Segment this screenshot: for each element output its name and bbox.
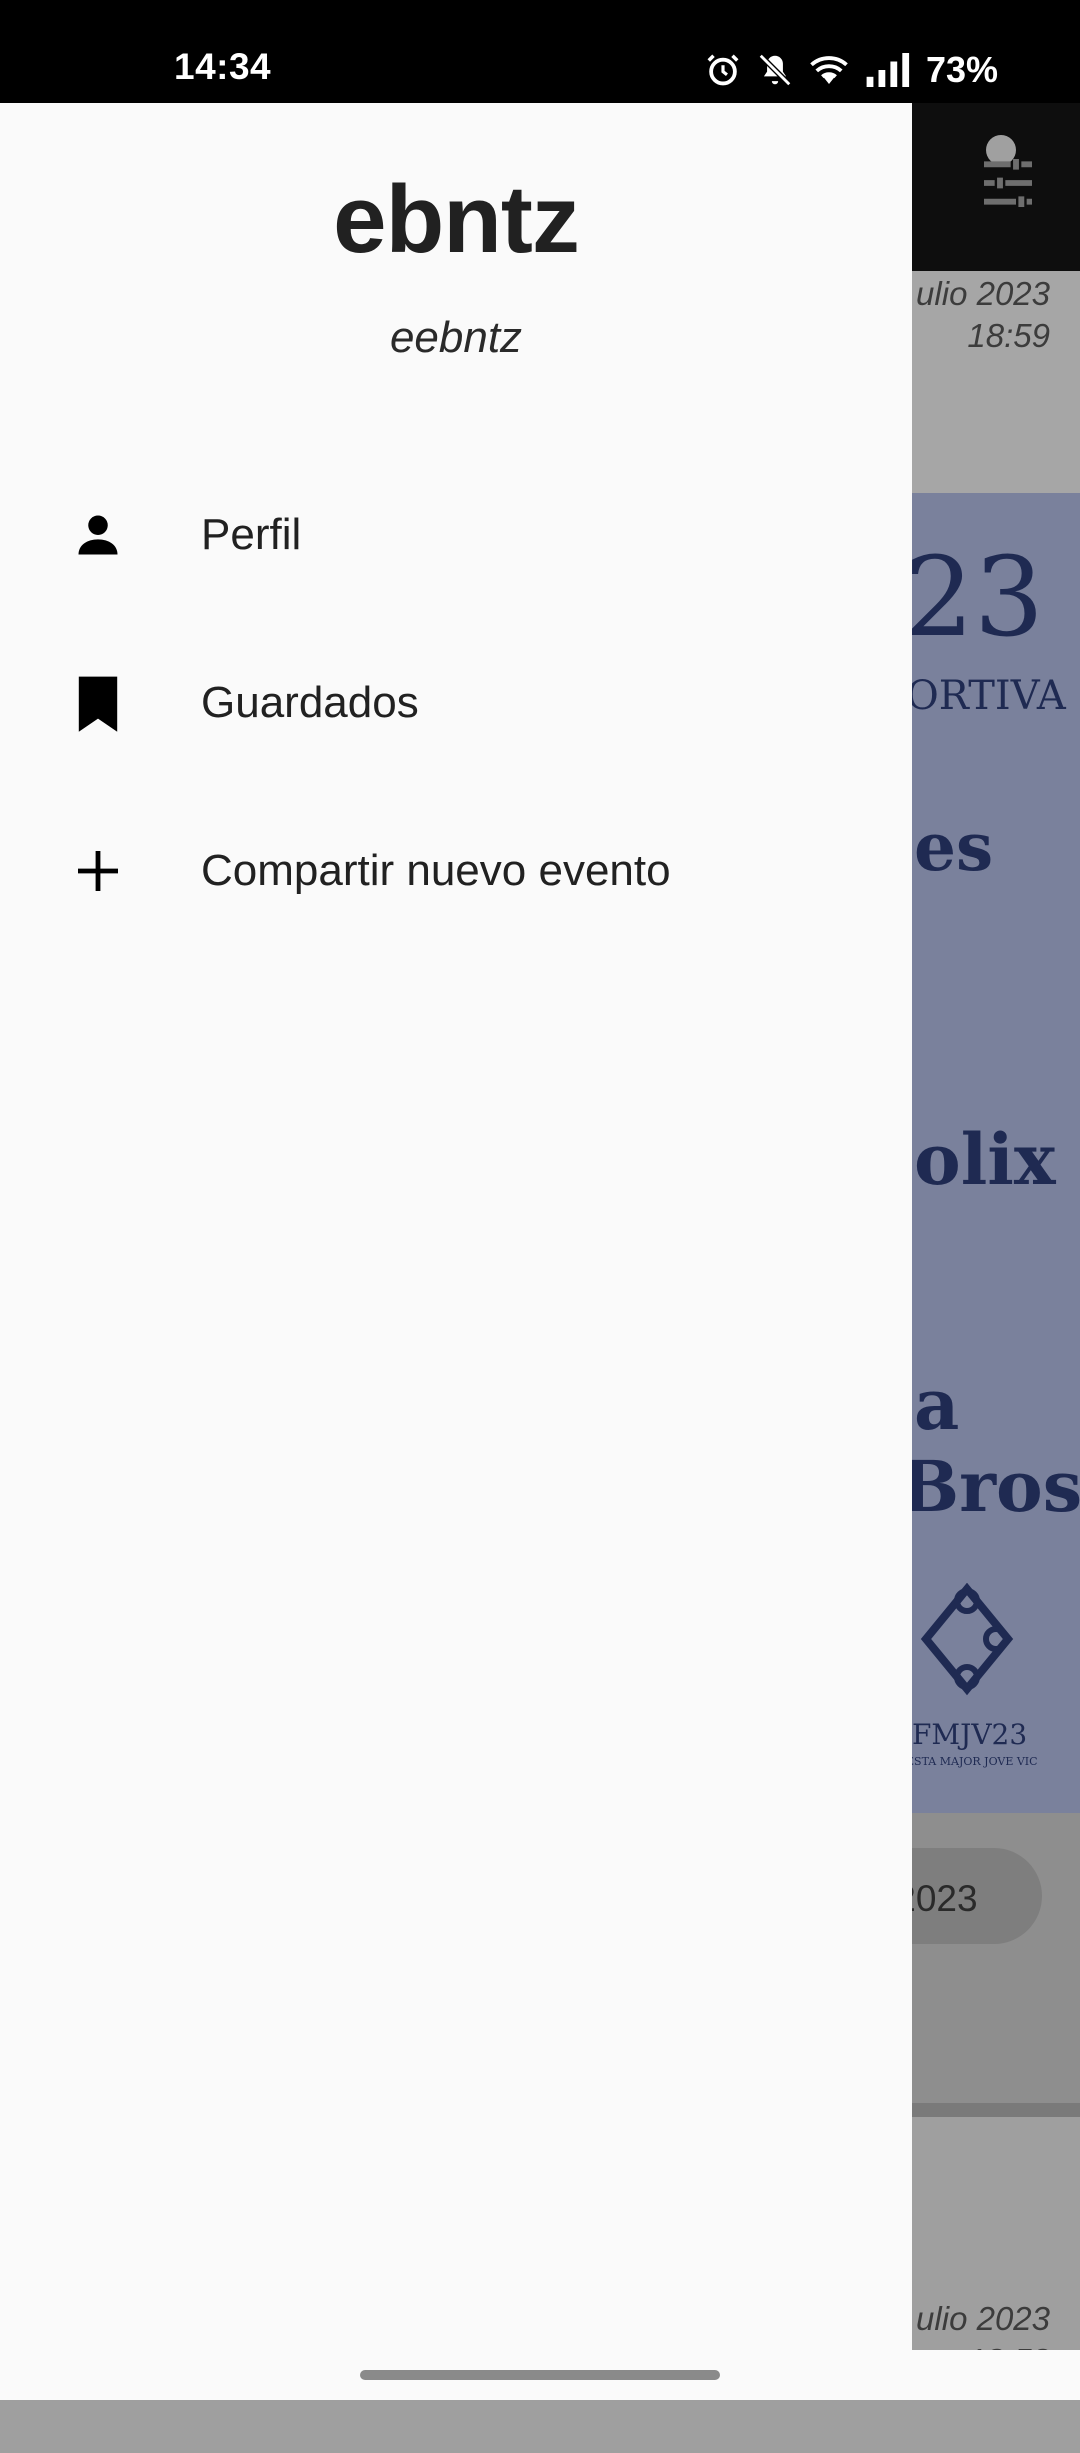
menu-item-guardados[interactable]: Guardados — [0, 633, 912, 773]
poster-text: ESTA MAJOR JOVE VIC — [912, 1755, 1038, 1768]
drawer-handle: eebntz — [389, 313, 523, 362]
poster-text: es — [914, 808, 994, 886]
menu-item-label: Guardados — [201, 678, 419, 727]
alarm-icon — [704, 51, 742, 89]
poster-text: 23 — [912, 533, 1044, 661]
background-time-line: 18:59 — [967, 317, 1050, 354]
bookmark-icon — [72, 676, 124, 732]
background-date-line: ulio 2023 — [916, 275, 1050, 312]
filter-icon — [976, 151, 1040, 220]
poster-text: ORTIVA — [912, 673, 1066, 719]
menu-item-label: Perfil — [201, 510, 302, 559]
person-icon — [72, 509, 124, 561]
drawer-username: ebntz — [333, 166, 580, 273]
plus-icon — [72, 845, 124, 897]
poster-knot-icon — [912, 1582, 1022, 1708]
poster-text: Bros — [912, 1445, 1080, 1528]
battery-level: 73% — [925, 49, 998, 90]
signal-icon — [864, 53, 910, 87]
navigation-drawer: ebntz eebntz Perfil Guardados Compartir … — [0, 103, 912, 2350]
status-time: 14:34 — [174, 46, 272, 87]
menu-item-perfil[interactable]: Perfil — [0, 465, 912, 605]
poster-text: olix — [914, 1118, 1056, 1201]
home-indicator[interactable] — [360, 2370, 720, 2380]
poster-text: FMJV23 — [912, 1718, 1028, 1751]
status-bar: 14:34 73% — [0, 0, 1080, 103]
background-card-date: ulio 2023 18:59 — [916, 273, 1050, 357]
menu-item-label: Compartir nuevo evento — [201, 846, 671, 895]
background-date-line: ulio 2023 — [916, 2300, 1050, 2337]
menu-item-compartir-nuevo-evento[interactable]: Compartir nuevo evento — [0, 801, 912, 941]
poster-text: a — [914, 1363, 960, 1446]
background-event-poster: 23 ORTIVA es olix a Bros FMJV23 ESTA MAJ… — [912, 493, 1080, 1813]
status-icons: 73% — [704, 48, 998, 92]
bell-muted-icon — [756, 51, 794, 89]
wifi-icon — [808, 51, 850, 89]
gesture-nav-bar — [0, 2350, 1080, 2400]
